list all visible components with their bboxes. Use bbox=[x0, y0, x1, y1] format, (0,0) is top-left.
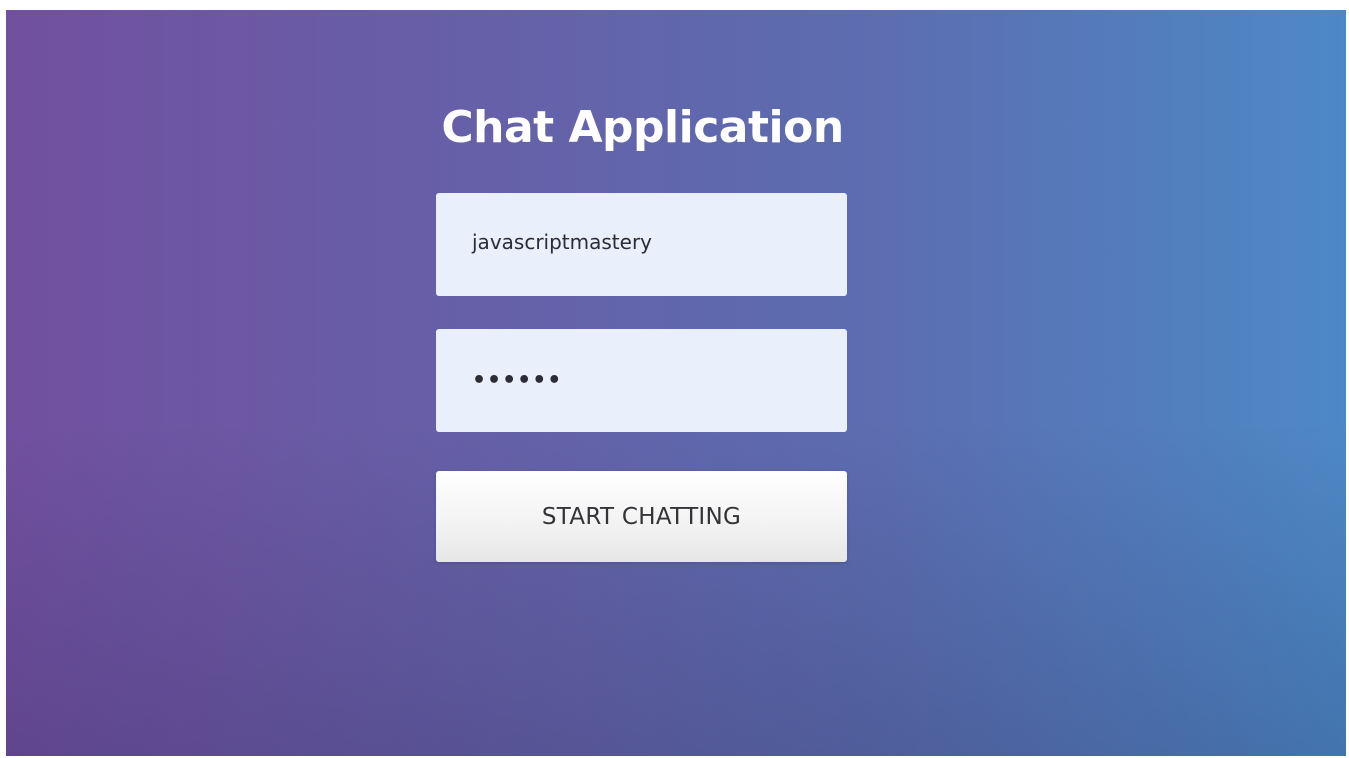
username-input[interactable]: javascriptmastery bbox=[436, 193, 847, 296]
password-value: •••••• bbox=[472, 368, 563, 393]
login-screen: Chat Application javascriptmastery •••••… bbox=[6, 10, 1346, 756]
start-chatting-button[interactable]: START CHATTING bbox=[436, 471, 847, 562]
username-value: javascriptmastery bbox=[472, 229, 652, 254]
page-title: Chat Application bbox=[441, 102, 844, 153]
password-input[interactable]: •••••• bbox=[436, 329, 847, 432]
